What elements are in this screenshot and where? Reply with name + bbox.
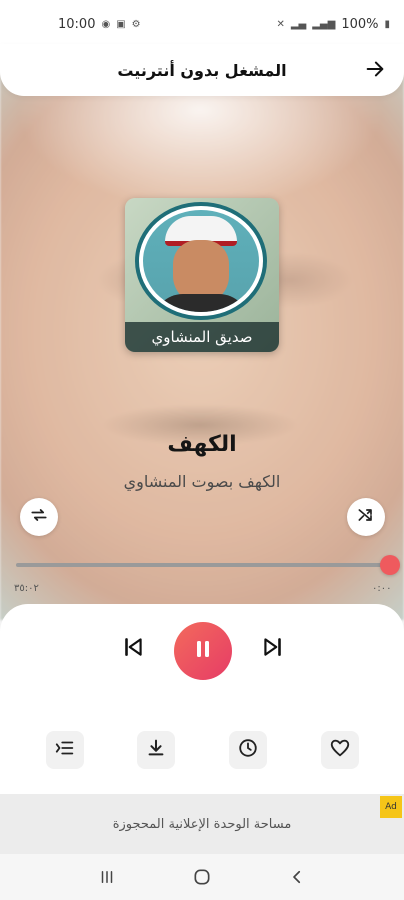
progress-bar[interactable] (16, 563, 389, 567)
battery-text: 100% (341, 16, 379, 32)
playlist-button[interactable] (46, 731, 84, 769)
cover-caption: صديق المنشاوي (125, 322, 279, 352)
skip-next-icon (260, 634, 286, 664)
duration-time: ٣٥:٠٢ (14, 583, 39, 594)
play-pause-button[interactable] (174, 622, 232, 680)
signal-icon: ▂▄▆ (312, 18, 336, 30)
album-cover: صديق المنشاوي (125, 198, 279, 352)
page-title: المشغل بدون أنترنيت (117, 60, 287, 80)
skip-previous-icon (120, 634, 146, 664)
clock-icon (237, 737, 259, 763)
next-button[interactable] (256, 632, 290, 666)
ad-text: مساحة الوحدة الإعلانية المحجوزة (112, 816, 292, 832)
shuffle-icon (356, 505, 376, 529)
playlist-icon (54, 737, 76, 763)
pause-icon (191, 637, 215, 665)
arrow-right-icon[interactable] (362, 56, 388, 82)
track-title: الكهف (167, 432, 237, 457)
heart-icon (329, 737, 351, 763)
status-time: 10:00 (58, 16, 96, 32)
system-nav-bar (0, 854, 404, 900)
top-app-bar: المشغل بدون أنترنيت (0, 44, 404, 96)
reciter-portrait (143, 210, 259, 312)
sleep-timer-button[interactable] (229, 731, 267, 769)
track-subtitle: الكهف بصوت المنشاوي (123, 472, 281, 491)
mute-icon: ✕ (276, 18, 285, 30)
recent-apps-button[interactable] (92, 862, 122, 892)
download-icon (145, 737, 167, 763)
status-bar: 10:00 ◉ ▣ ⚙ ✕ ▂▄ ▂▄▆ 100% ▮ (0, 0, 404, 48)
favorite-button[interactable] (321, 731, 359, 769)
repeat-icon (29, 505, 49, 529)
progress-thumb[interactable] (380, 555, 400, 575)
settings-icon: ⚙ (131, 18, 141, 30)
battery-icon: ▮ (384, 18, 390, 30)
gallery-icon: ▣ (116, 18, 126, 30)
ad-badge: Ad (380, 796, 402, 818)
wifi-icon: ▂▄ (290, 18, 307, 30)
notification-icon: ◉ (101, 18, 111, 30)
shuffle-button[interactable] (347, 498, 385, 536)
repeat-button[interactable] (20, 498, 58, 536)
system-back-button[interactable] (282, 862, 312, 892)
download-button[interactable] (137, 731, 175, 769)
ad-banner[interactable]: مساحة الوحدة الإعلانية المحجوزة Ad (0, 794, 404, 854)
previous-button[interactable] (116, 632, 150, 666)
elapsed-time: ٠:٠٠ (372, 583, 392, 594)
home-button[interactable] (187, 862, 217, 892)
